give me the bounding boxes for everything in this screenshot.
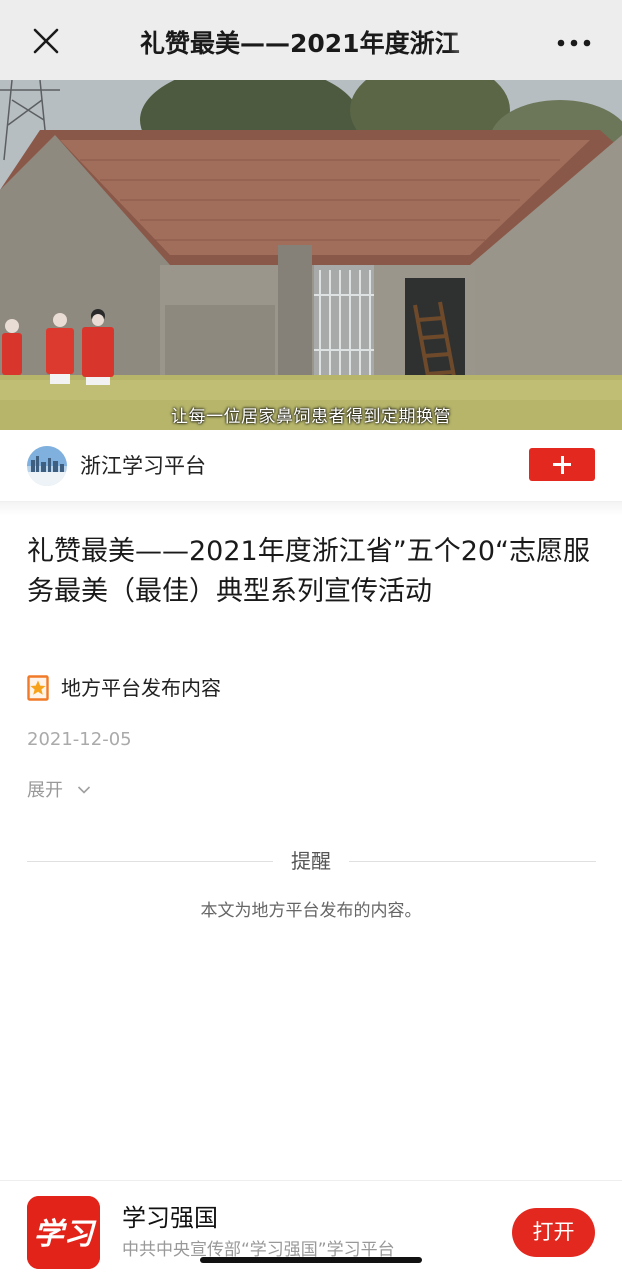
article-title: 礼赞最美——2021年度浙江省”五个20“志愿服务最美（最佳）典型系列宣传活动 bbox=[27, 536, 591, 607]
channel-name[interactable]: 浙江学习平台 bbox=[80, 450, 206, 482]
channel-avatar[interactable] bbox=[27, 446, 67, 486]
open-app-button[interactable]: 打开 bbox=[512, 1208, 595, 1257]
more-icon[interactable] bbox=[556, 33, 592, 53]
page-title: 礼赞最美——2021年度浙江 bbox=[140, 29, 460, 58]
reminder-text: 本文为地方平台发布的内容。 bbox=[200, 901, 422, 921]
follow-button[interactable] bbox=[529, 448, 595, 481]
divider-line bbox=[349, 861, 596, 862]
top-nav-bar: 礼赞最美——2021年度浙江 bbox=[0, 0, 622, 80]
app-name: 学习强国 bbox=[122, 1204, 218, 1232]
home-indicator bbox=[200, 1257, 422, 1263]
channel-bar: 浙江学习平台 bbox=[0, 430, 622, 502]
reminder-heading: 提醒 bbox=[291, 849, 331, 873]
expand-label: 展开 bbox=[27, 780, 63, 801]
video-frame bbox=[0, 80, 622, 430]
svg-text:学习: 学习 bbox=[34, 1217, 98, 1252]
app-download-banner: 学习 学习强国 中共中央宣传部“学习强国”学习平台 打开 bbox=[0, 1180, 622, 1280]
divider-line bbox=[27, 861, 273, 862]
close-icon[interactable] bbox=[30, 25, 62, 57]
star-bookmark-icon bbox=[27, 675, 49, 701]
video-player[interactable]: 让每一位居家鼻饲患者得到定期换管 bbox=[0, 80, 622, 430]
source-label: 地方平台发布内容 bbox=[61, 676, 221, 700]
publish-date: 2021-12-05 bbox=[27, 729, 132, 750]
video-subtitle: 让每一位居家鼻饲患者得到定期换管 bbox=[171, 407, 451, 427]
app-logo[interactable]: 学习 bbox=[27, 1196, 100, 1269]
reminder-divider: 提醒 bbox=[27, 846, 596, 876]
section-divider bbox=[0, 502, 622, 516]
chevron-down-icon bbox=[77, 786, 91, 794]
expand-toggle[interactable]: 展开 bbox=[27, 777, 91, 805]
